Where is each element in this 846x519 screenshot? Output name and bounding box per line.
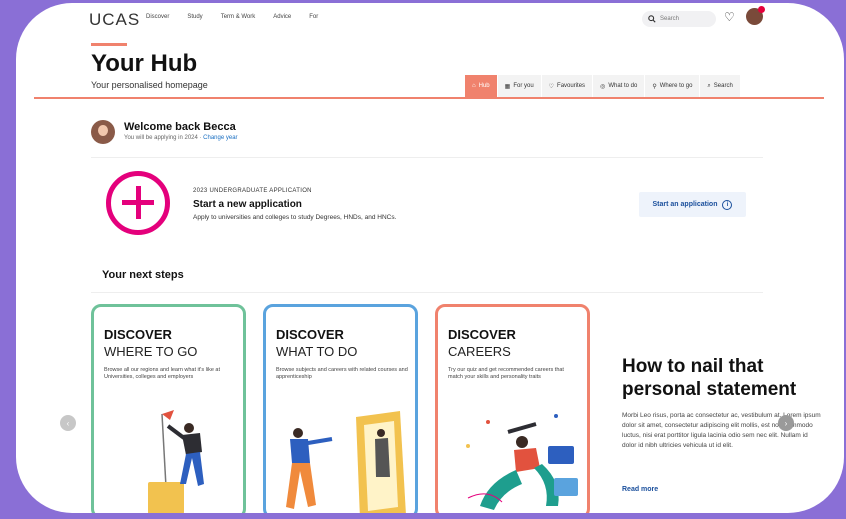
change-year-link[interactable]: Change year — [203, 135, 237, 141]
tab-hub[interactable]: ⌂ Hub — [465, 75, 498, 97]
section-divider — [91, 157, 763, 158]
nav-item-for[interactable]: For — [309, 14, 318, 20]
pin-icon: ⚲ — [652, 83, 657, 90]
tab-search[interactable]: ⌕ Search — [700, 75, 741, 97]
browser-frame: UCAS Discover Study Term & Work Advice F… — [16, 3, 844, 513]
ucas-logo[interactable]: UCAS — [89, 10, 140, 30]
hub-page: UCAS Discover Study Term & Work Advice F… — [16, 3, 844, 513]
info-icon: i — [722, 199, 733, 210]
tab-where-to-go[interactable]: ⚲ Where to go — [645, 75, 701, 97]
section-divider — [91, 292, 763, 293]
search-icon — [648, 15, 656, 23]
read-more-link[interactable]: Read more — [622, 486, 658, 493]
next-steps-heading: Your next steps — [102, 269, 184, 281]
tab-for-you[interactable]: ▦ For you — [497, 75, 542, 97]
search-icon: ⌕ — [707, 82, 711, 89]
nav-item-study[interactable]: Study — [187, 14, 202, 20]
heart-icon: ♡ — [548, 83, 555, 90]
card-discover-what-to-do[interactable]: DISCOVER WHAT TO DO Browse subjects and … — [263, 304, 418, 513]
notification-badge — [758, 6, 765, 13]
top-nav: Discover Study Term & Work Advice For — [146, 14, 318, 20]
nav-item-advice[interactable]: Advice — [273, 14, 291, 20]
flag-climber-illustration — [148, 410, 204, 513]
mirror-reflection-illustration — [286, 411, 406, 513]
home-icon: ⌂ — [472, 83, 476, 89]
card-discover-where-to-go[interactable]: DISCOVER WHERE TO GO Browse all our regi… — [91, 304, 246, 513]
page-title: Your Hub — [91, 50, 198, 77]
title-accent-bar — [91, 43, 127, 46]
application-title: Start a new application — [193, 199, 302, 210]
tab-what-to-do[interactable]: ◎ What to do — [593, 75, 646, 97]
application-kicker: 2023 UNDERGRADUATE APPLICATION — [193, 188, 312, 194]
application-description: Apply to universities and colleges to st… — [193, 214, 397, 221]
page-subtitle: Your personalised homepage — [91, 80, 208, 90]
plus-circle-icon — [106, 171, 170, 235]
start-application-button[interactable]: Start an application i — [639, 192, 746, 217]
card-discover-careers[interactable]: DISCOVER CAREERS Try our quiz and get re… — [435, 304, 590, 513]
search-input[interactable]: Search — [642, 11, 716, 27]
header-divider — [34, 97, 824, 99]
tab-favourites[interactable]: ♡ Favourites — [541, 75, 594, 97]
hub-tabs: ⌂ Hub ▦ For you ♡ Favourites ◎ What to do ⚲ W… — [465, 75, 741, 97]
carousel-prev-arrow-icon[interactable]: ‹ — [60, 415, 76, 431]
article-title: How to nail that personal statement — [622, 356, 797, 400]
welcome-heading: Welcome back Becca — [124, 121, 236, 133]
carousel-next-arrow-icon[interactable]: › — [778, 415, 794, 431]
grid-icon: ▦ — [504, 83, 511, 90]
nav-item-term-work[interactable]: Term & Work — [221, 14, 256, 20]
profile-avatar[interactable] — [746, 6, 765, 25]
nav-item-discover[interactable]: Discover — [146, 14, 169, 20]
applying-year: You will be applying in 2024 · Change ye… — [124, 135, 238, 141]
favourites-heart-icon[interactable]: ♡ — [724, 10, 735, 24]
telescope-explorer-illustration — [466, 414, 578, 510]
user-avatar — [91, 120, 115, 144]
compass-icon: ◎ — [600, 83, 606, 90]
search-placeholder: Search — [660, 16, 680, 22]
